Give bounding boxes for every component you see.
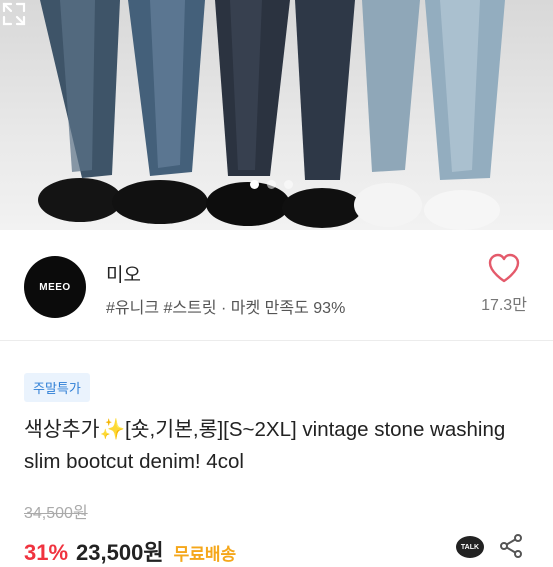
seller-info[interactable]: MEEO 미오 #유니크 #스트릿 · 마켓 만족도 93% 17.3만: [0, 230, 553, 341]
like-button[interactable]: 17.3만: [476, 252, 532, 315]
like-count: 17.3만: [481, 297, 527, 314]
gallery-dot[interactable]: [267, 180, 276, 189]
talk-button[interactable]: TALK: [456, 536, 484, 558]
original-price: 34,500원: [24, 505, 88, 522]
gallery-dot[interactable]: [250, 180, 259, 189]
gallery-dot[interactable]: [284, 180, 293, 189]
heart-icon: [488, 253, 520, 283]
gallery-pagination: [250, 180, 293, 189]
product-image-gallery[interactable]: [0, 0, 553, 230]
seller-name[interactable]: 미오: [106, 260, 141, 287]
expand-icon[interactable]: [0, 0, 28, 28]
promo-badge: 주말특가: [24, 373, 90, 402]
product-photo: [38, 0, 505, 230]
seller-tags: #유니크 #스트릿 · 마켓 만족도 93%: [106, 300, 346, 317]
product-title: 색상추가✨[숏,기본,롱][S~2XL] vintage stone washi…: [24, 418, 506, 473]
price-row: 31% 23,500원 무료배송: [24, 535, 236, 567]
shipping-label: 무료배송: [173, 545, 237, 564]
seller-avatar[interactable]: MEEO: [24, 256, 86, 318]
share-icon[interactable]: [498, 533, 524, 559]
